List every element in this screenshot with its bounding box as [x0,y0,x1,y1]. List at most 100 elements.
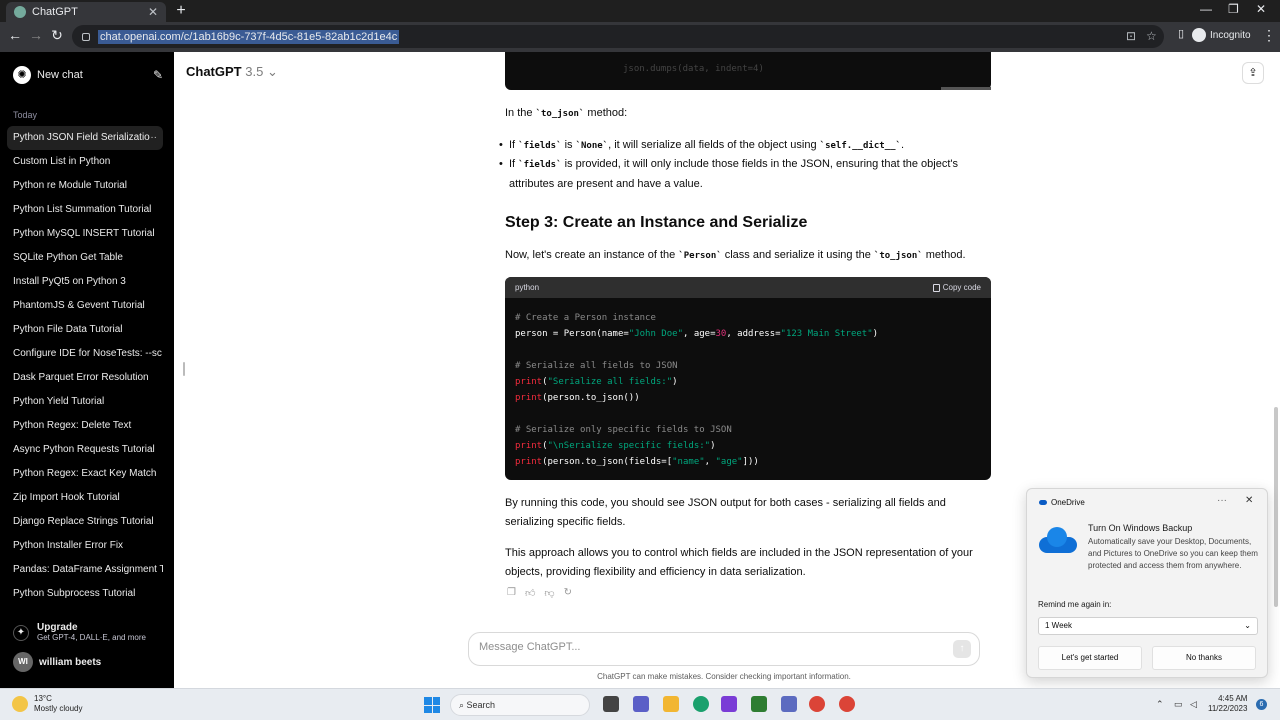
new-tab-button[interactable]: + [172,2,190,20]
excel-icon[interactable] [751,696,767,712]
remind-dropdown[interactable]: 1 Week ⌄ [1038,617,1258,635]
chat-history-list: Python JSON Field Serializatio ··· Custom… [7,126,163,606]
list-item: If `fields` is `None`, it will serialize… [499,136,995,156]
weather-widget[interactable]: 13°C Mostly cloudy [12,694,82,714]
no-thanks-button[interactable]: No thanks [1152,646,1256,670]
more-options-icon[interactable]: ··· [1217,495,1227,506]
share-button[interactable]: ⇪ [1242,62,1264,84]
chat-item[interactable]: Python MySQL INSERT Tutorial [7,222,163,246]
edge-icon[interactable] [693,696,709,712]
chat-item[interactable]: Install PyQt5 on Python 3 [7,270,163,294]
new-chat-button[interactable]: ✺ New chat ✎ [13,64,163,86]
thumbs-down-icon[interactable]: 👎︎ [544,587,554,599]
remind-value: 1 Week [1045,621,1072,630]
clock[interactable]: 4:45 AM 11/22/2023 [1208,694,1247,714]
chat-item[interactable]: Python re Module Tutorial [7,174,163,198]
search-label: Search [466,700,496,710]
file-explorer-icon[interactable] [663,696,679,712]
chevron-down-icon: ⌄ [1244,621,1251,630]
section-heading: Step 3: Create an Instance and Serialize [505,214,808,231]
regenerate-icon[interactable]: ↻ [564,587,572,599]
chat-item[interactable]: Python Subprocess Tutorial [7,582,163,606]
paragraph: Now, let's create an instance of the `Pe… [505,246,995,266]
text: is [561,139,576,151]
bookmark-star-icon[interactable]: ☆ [1146,29,1157,43]
notification-app: OneDrive [1039,498,1085,507]
chat-item[interactable]: Python List Summation Tutorial [7,198,163,222]
edit-icon[interactable]: ✎ [153,68,163,82]
side-panel-icon[interactable]: ▯ [1172,27,1190,40]
code-token: "\nSerialize specific fields:" [547,441,711,451]
incognito-indicator[interactable]: Incognito [1192,28,1251,42]
paragraph: In the `to_json` method: [505,104,995,124]
copy-code-button[interactable]: Copy code [932,283,981,292]
chat-item[interactable]: Django Replace Strings Tutorial [7,510,163,534]
scrollbar[interactable] [1274,407,1278,607]
chrome-icon[interactable] [809,696,825,712]
chat-item[interactable]: Python File Data Tutorial [7,318,163,342]
app-install-icon[interactable]: ⊡ [1126,29,1136,43]
thumbs-up-icon[interactable]: 👍︎ [525,587,535,599]
model-selector[interactable]: ChatGPT 3.5 ⌄ [186,64,278,80]
message-input[interactable] [479,641,919,653]
inline-code: `to_json` [873,251,923,261]
back-icon[interactable]: ← [6,27,24,43]
chat-item[interactable]: Zip Import Hook Tutorial [7,486,163,510]
chat-item[interactable]: Python Installer Error Fix [7,534,163,558]
network-icon[interactable]: ▭ [1174,699,1183,710]
restore-icon[interactable]: ❐ [1228,2,1239,16]
chat-item[interactable]: Python Regex: Exact Key Match [7,462,163,486]
code-token: (person.to_json(fields=[ [542,457,673,467]
app-icon[interactable] [721,696,737,712]
chat-item[interactable]: Python Regex: Delete Text [7,414,163,438]
copy-icon[interactable]: ❐ [507,587,516,599]
url-text[interactable]: chat.openai.com/c/1ab16b9c-737f-4d5c-81e… [98,29,400,44]
app-icon[interactable] [781,696,797,712]
taskbar-search[interactable]: ⌕ Search [450,694,590,716]
close-icon[interactable]: ✕ [1245,495,1253,506]
chat-item[interactable]: Configure IDE for NoseTests: --sc [7,342,163,366]
volume-icon[interactable]: ◁ [1190,699,1197,710]
code-token: "John Doe" [628,329,683,339]
browser-menu-icon[interactable]: ⋮ [1260,27,1278,44]
window-close-icon[interactable]: ✕ [1256,2,1266,16]
task-view-icon[interactable] [603,696,619,712]
tab-close-icon[interactable]: ✕ [148,5,158,19]
chevron-up-icon[interactable]: ⌃ [1156,699,1164,710]
chat-item[interactable]: Async Python Requests Tutorial [7,438,163,462]
chrome-icon[interactable] [839,696,855,712]
forward-icon[interactable]: → [27,27,45,43]
text: If [509,139,519,151]
user-menu[interactable]: WI william beets [13,652,101,672]
notification-badge[interactable]: 6 [1256,699,1267,710]
address-bar[interactable]: chat.openai.com/c/1ab16b9c-737f-4d5c-81e… [72,25,1164,48]
send-button[interactable]: ↑ [953,640,971,658]
chat-item[interactable]: Python JSON Field Serializatio ··· [7,126,163,150]
teams-icon[interactable] [633,696,649,712]
chat-item-title: Python JSON Field Serializatio [13,132,150,143]
reload-icon[interactable]: ↻ [48,27,66,44]
disclaimer: ChatGPT can make mistakes. Consider chec… [597,672,851,681]
chat-options-icon[interactable]: ··· [147,126,157,150]
minimize-icon[interactable]: — [1200,2,1212,16]
browser-tab[interactable]: ChatGPT ✕ [6,2,166,22]
lets-get-started-button[interactable]: Let's get started [1038,646,1142,670]
horizontal-scrollbar[interactable] [941,87,991,90]
chat-item[interactable]: PhantomJS & Gevent Tutorial [7,294,163,318]
sidebar-toggle-handle[interactable] [183,362,185,376]
text: method. [922,249,966,261]
chat-item[interactable]: Dask Parquet Error Resolution [7,366,163,390]
code-line: print("\nSerialize specific fields:") [515,438,981,454]
chat-item[interactable]: Pandas: DataFrame Assignment T [7,558,163,582]
sparkle-icon: ✦ [13,625,29,641]
chat-item[interactable]: Custom List in Python [7,150,163,174]
code-token: , age= [682,329,716,339]
browser-tab-strip: ChatGPT ✕ + — ❐ ✕ [0,0,1280,22]
upgrade-plan-button[interactable]: ✦ Upgrade Get GPT-4, DALL·E, and more [13,622,163,642]
code-token: 30 [715,329,727,339]
paragraph: This approach allows you to control whic… [505,547,973,578]
clipboard-icon [932,283,940,292]
windows-start-icon[interactable] [424,697,440,713]
chat-item[interactable]: Python Yield Tutorial [7,390,163,414]
chat-item[interactable]: SQLite Python Get Table [7,246,163,270]
